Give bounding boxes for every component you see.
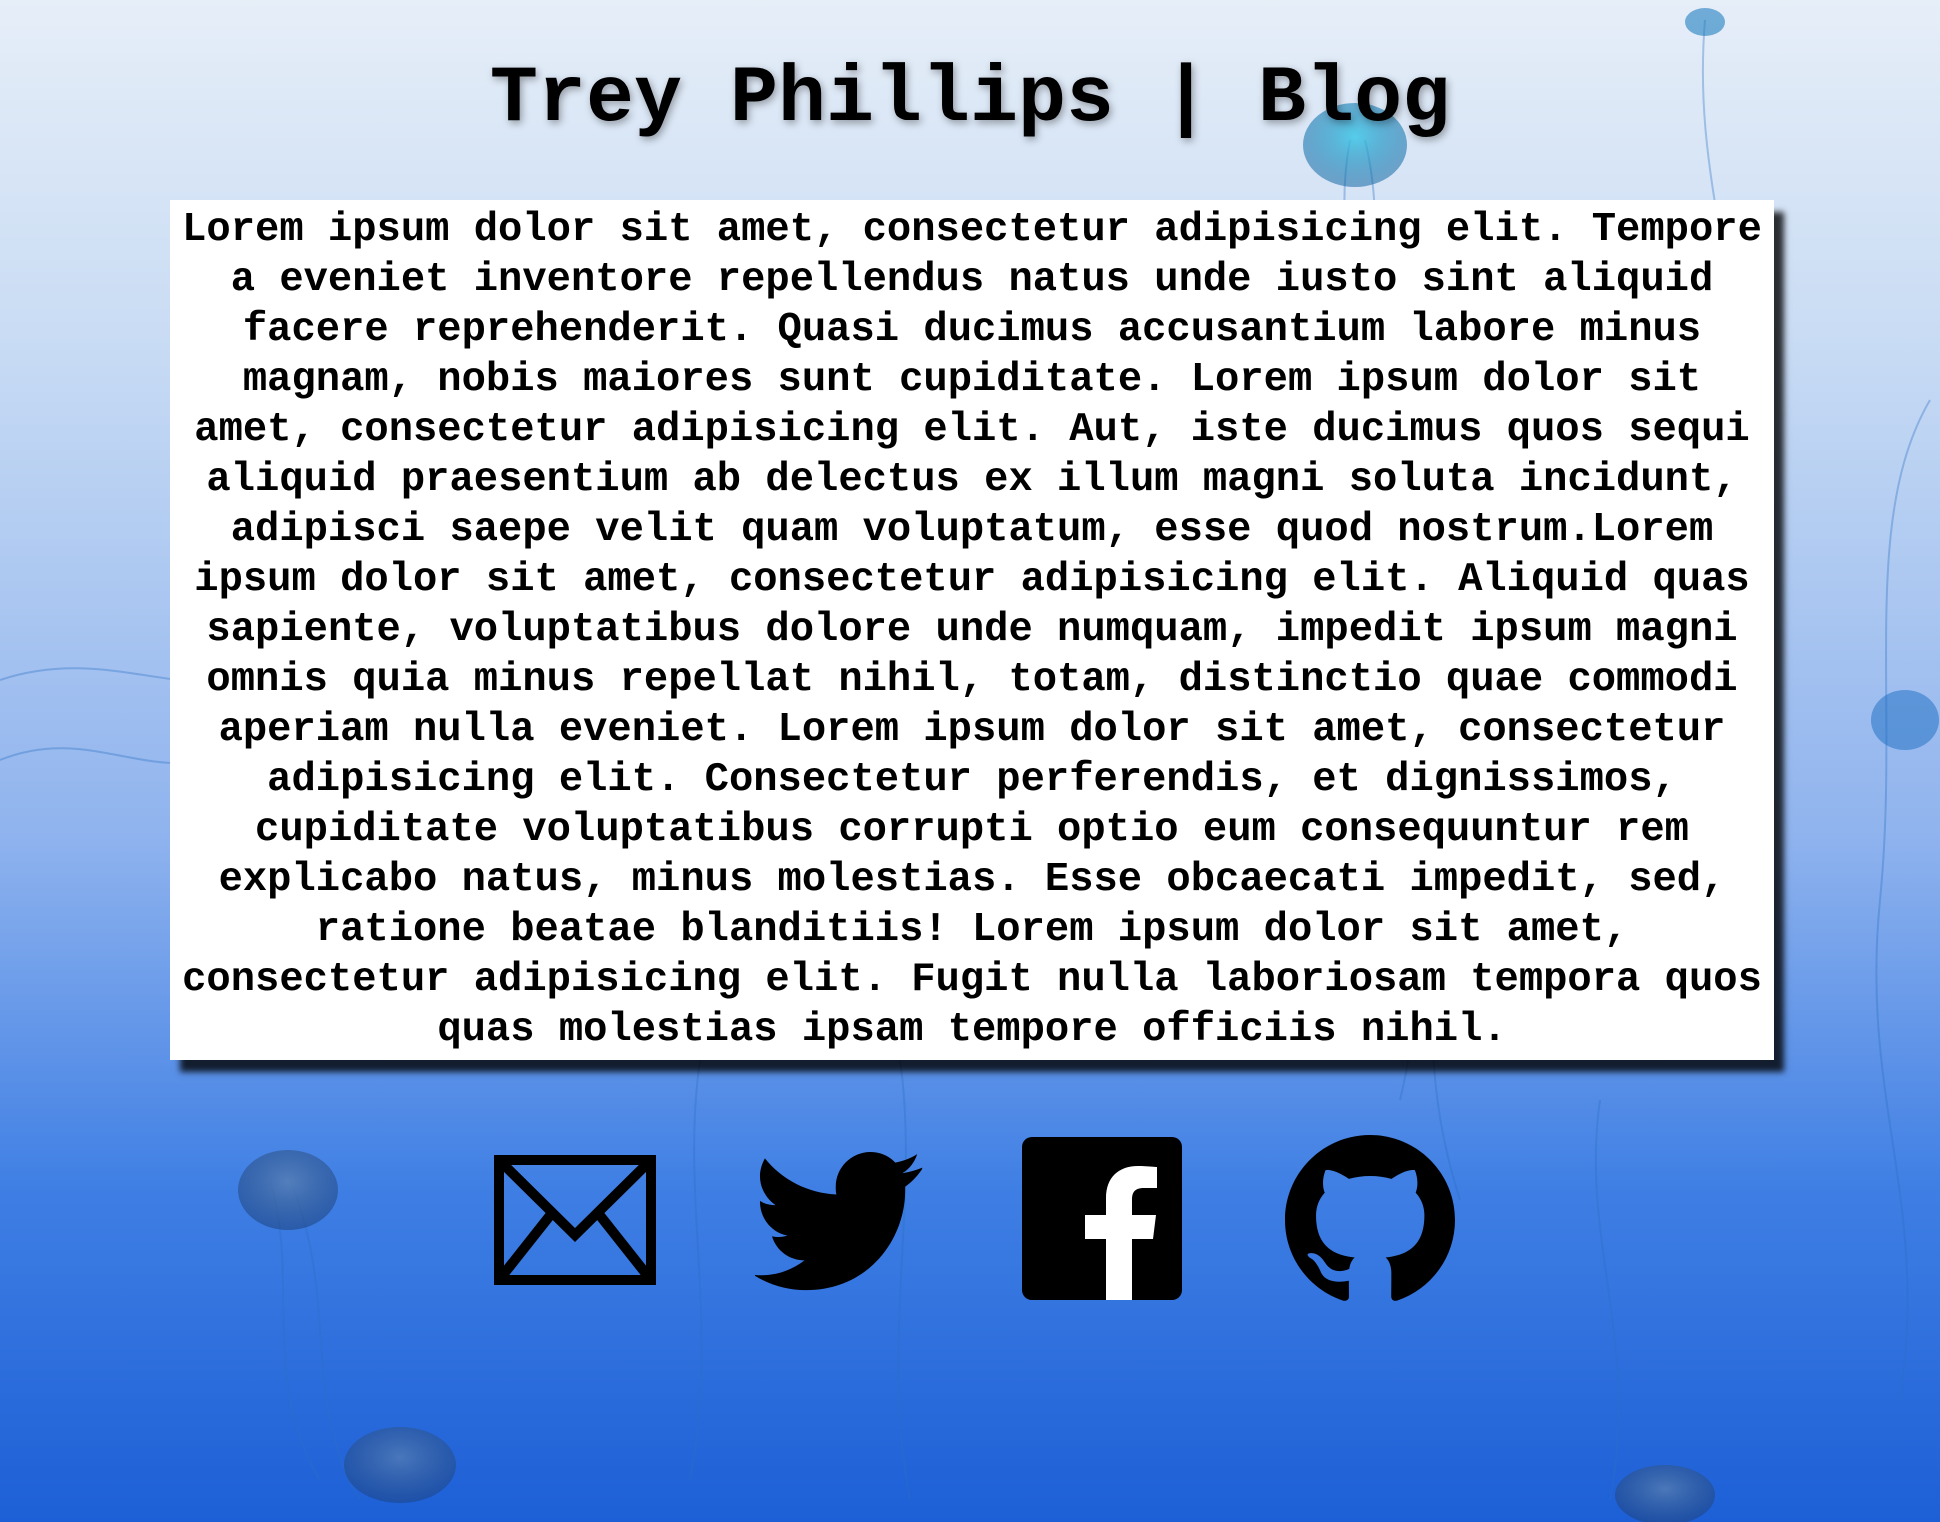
github-octocat-icon: [1285, 1135, 1455, 1301]
facebook-link[interactable]: [1020, 1135, 1190, 1305]
email-link[interactable]: [490, 1135, 660, 1305]
blog-post-card[interactable]: Lorem ipsum dolor sit amet, consectetur …: [170, 200, 1774, 1060]
page-title: Trey Phillips | Blog: [489, 54, 1451, 145]
twitter-link[interactable]: [755, 1135, 925, 1305]
facebook-icon: [1022, 1137, 1182, 1300]
twitter-bird-icon: [755, 1152, 923, 1291]
social-links: [0, 1135, 1940, 1305]
envelope-icon: [494, 1155, 656, 1285]
github-link[interactable]: [1285, 1135, 1455, 1305]
blog-post-body: Lorem ipsum dolor sit amet, consectetur …: [182, 207, 1762, 1053]
